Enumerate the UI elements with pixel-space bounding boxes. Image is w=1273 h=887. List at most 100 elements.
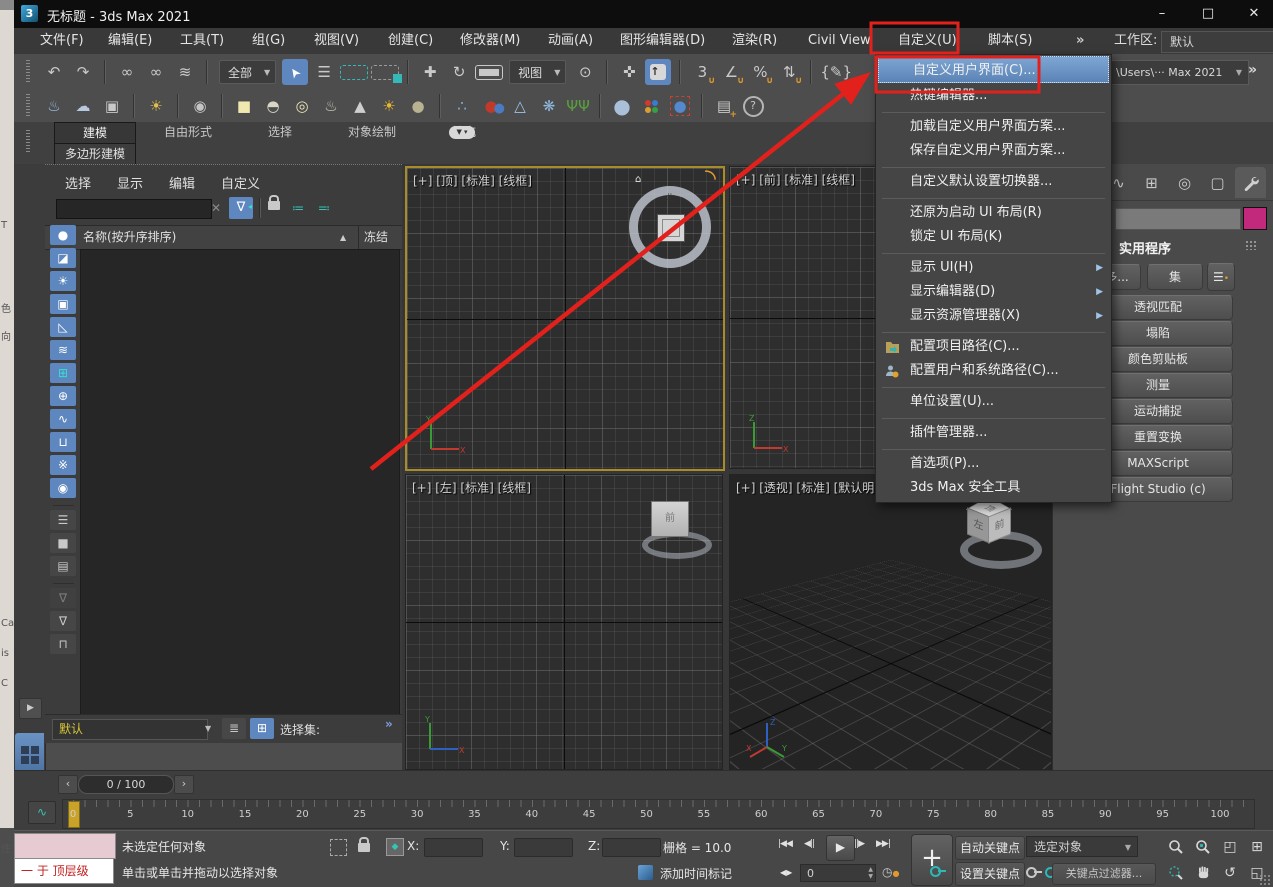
current-frame-field[interactable]: 0▲▼ xyxy=(800,864,876,882)
minimize-button[interactable]: – xyxy=(1139,0,1185,28)
filter-funnel-icon[interactable]: ∇ xyxy=(50,611,76,631)
ribbon-panel-polygon-modeling[interactable]: 多边形建模 xyxy=(54,143,136,165)
play-button[interactable]: ▶ xyxy=(826,835,855,861)
grass-tool-icon[interactable]: ΨΨ xyxy=(565,93,591,119)
filter-config-icon[interactable]: ∇ xyxy=(50,588,76,608)
explorer-preset-dropdown[interactable]: 默认 xyxy=(52,719,208,740)
render-cloud-icon[interactable]: ☁ xyxy=(70,93,96,119)
isolate-toggle-icon[interactable] xyxy=(330,839,347,856)
select-and-scale-icon[interactable] xyxy=(475,65,503,80)
spinner-icon[interactable]: ▲▼ xyxy=(868,866,873,880)
auto-key-button[interactable]: 自动关键点 xyxy=(955,836,1025,860)
menu-item-preferences[interactable]: 首选项(P)... xyxy=(876,452,1111,476)
viewcube-compass[interactable]: 北 xyxy=(629,186,711,268)
menubar-item-rendering[interactable]: 渲染(R) xyxy=(726,28,783,54)
filter-containers-icon[interactable]: ⊔ xyxy=(50,432,76,452)
redo-icon[interactable]: ↷ xyxy=(70,59,96,85)
explorer-filter-button[interactable]: ∇◂ xyxy=(229,197,253,219)
ribbon-drag-handle[interactable] xyxy=(26,130,30,154)
menubar-item-group[interactable]: 组(G) xyxy=(246,28,291,54)
ribbon-minimize-icon[interactable]: ▼ ▾ xyxy=(449,126,475,139)
maxscript-mini-listener-white[interactable]: 一 于 顶层级 xyxy=(14,858,114,884)
view-list-icon[interactable]: ☰ xyxy=(50,510,76,530)
snaps-toggle-3d-icon[interactable]: 3∪ xyxy=(689,59,715,85)
tab-motion[interactable]: ◎ xyxy=(1169,167,1200,198)
menu-item-show-editors[interactable]: 显示编辑器(D)▶ xyxy=(876,280,1111,304)
new-container-icon[interactable]: ⊓ xyxy=(50,634,76,654)
zoom-extents-all-icon[interactable]: ⊞ xyxy=(1245,835,1269,858)
render-teapot-icon[interactable]: ♨ xyxy=(41,93,67,119)
view-detail-icon[interactable]: ▤ xyxy=(50,556,76,576)
explorer-menu-显示[interactable]: 显示 xyxy=(117,173,143,192)
menu-item-lock-ui-layout[interactable]: 锁定 UI 布局(K) xyxy=(876,225,1111,249)
render-dome-icon[interactable]: ◓ xyxy=(260,93,286,119)
filter-xrefs-icon[interactable]: ⊕ xyxy=(50,386,76,406)
selection-filter-dropdown[interactable]: 全部▼ xyxy=(219,60,276,84)
zoom-all-icon[interactable] xyxy=(1191,835,1215,858)
next-key-button[interactable]: › xyxy=(174,775,194,794)
explorer-column-header[interactable]: 名称(按升序排序) ▲ 冻结 xyxy=(45,225,402,250)
menu-item-configure-project-paths[interactable]: 配置项目路径(C)... xyxy=(876,335,1111,359)
menubar-item-animation[interactable]: 动画(A) xyxy=(542,28,599,54)
hierarchy-view-icon[interactable]: ⊞ xyxy=(250,718,274,739)
tab-display[interactable]: ▢ xyxy=(1202,167,1233,198)
rollout-grip-icon[interactable] xyxy=(1245,240,1257,250)
zoom-icon[interactable] xyxy=(1164,835,1188,858)
zoom-region-icon[interactable] xyxy=(1164,861,1188,884)
render-light-icon[interactable]: ◎ xyxy=(289,93,315,119)
pan-hand-icon[interactable] xyxy=(1191,861,1215,884)
hierarchy-mode-icon[interactable]: ≔ xyxy=(287,198,309,218)
y-coordinate-field[interactable] xyxy=(514,838,573,857)
close-button[interactable]: ✕ xyxy=(1231,0,1273,28)
menu-item-show-explorers[interactable]: 显示资源管理器(X)▶ xyxy=(876,304,1111,328)
select-and-rotate-icon[interactable]: ↻ xyxy=(446,59,472,85)
set-keys-button[interactable]: + xyxy=(911,834,953,886)
object-color-swatch[interactable] xyxy=(1243,207,1267,230)
z-coordinate-field[interactable] xyxy=(602,838,661,857)
menu-item-hotkey-editor[interactable]: 热键编辑器... xyxy=(876,84,1111,108)
menubar-item-modifiers[interactable]: 修改器(M) xyxy=(454,28,526,54)
render-teapot-preset-icon[interactable]: ♨ xyxy=(318,93,344,119)
toolbar-drag-handle[interactable] xyxy=(26,94,30,118)
key-filters-button[interactable]: 关键点过滤器... xyxy=(1052,863,1156,885)
time-configuration-icon[interactable]: ◷● xyxy=(882,865,899,879)
material-sphere-icon[interactable]: ● xyxy=(609,93,635,119)
previous-frame-button[interactable]: ◀|| xyxy=(804,839,814,849)
view-material-icon[interactable]: ■ xyxy=(50,533,76,553)
explorer-search-input[interactable] xyxy=(56,199,212,219)
render-sun-icon[interactable]: ☀ xyxy=(376,93,402,119)
rendered-frame-window-icon[interactable]: ■ xyxy=(231,93,257,119)
frozen-column-header[interactable]: 冻结 xyxy=(358,226,388,249)
layers-icon[interactable]: ≣ xyxy=(222,718,246,739)
filter-geometry-icon[interactable]: ● xyxy=(50,225,76,245)
time-slider[interactable]: 0 / 100 xyxy=(78,775,174,794)
menubar-item-graph-editors[interactable]: 图形编辑器(D) xyxy=(614,28,711,54)
viewcube-rotate-icon[interactable]: ⌒ xyxy=(696,166,720,190)
menubar-item-create[interactable]: 创建(C) xyxy=(382,28,439,54)
tab-utilities[interactable] xyxy=(1235,167,1266,198)
connect-tool-icon[interactable]: ●● xyxy=(478,93,504,119)
render-cone-icon[interactable]: ▲ xyxy=(347,93,373,119)
filter-particles-icon[interactable]: ※ xyxy=(50,455,76,475)
window-crossing-icon[interactable] xyxy=(371,65,399,80)
menubar-item-scripting[interactable]: 脚本(S) xyxy=(982,28,1038,54)
select-and-move-icon[interactable]: ✚ xyxy=(417,59,443,85)
x-coordinate-field[interactable] xyxy=(424,838,483,857)
ribbon-tab-自由形式[interactable]: 自由形式 xyxy=(136,122,240,143)
undo-icon[interactable]: ↶ xyxy=(41,59,67,85)
menu-item-configure-user-system-paths[interactable]: 配置用户和系统路径(C)... xyxy=(876,359,1111,383)
menu-item-load-custom-ui-scheme[interactable]: 加载自定义用户界面方案... xyxy=(876,115,1111,139)
explorer-menu-选择[interactable]: 选择 xyxy=(65,173,91,192)
menubar-item-tools[interactable]: 工具(T) xyxy=(174,28,230,54)
go-to-end-button[interactable]: ▶▶| xyxy=(876,839,890,849)
viewport-perspective[interactable]: [+] [透视] [标准] [默认明暗处理] 顶 左 前 ZXY xyxy=(729,474,1052,770)
add-time-tag[interactable]: 添加时间标记 xyxy=(660,865,732,882)
chevron-down-icon[interactable]: ▼ xyxy=(205,724,211,733)
menubar-item-customize[interactable]: 自定义(U) xyxy=(892,28,963,54)
bind-to-space-warp-icon[interactable]: ≋ xyxy=(172,59,198,85)
select-by-name-icon[interactable]: ☰ xyxy=(311,59,337,85)
utilities-sets-button[interactable]: 集 xyxy=(1147,264,1203,290)
help-icon[interactable]: ? xyxy=(740,93,766,119)
menu-item-show-ui[interactable]: 显示 UI(H)▶ xyxy=(876,256,1111,280)
footer-overflow-icon[interactable]: » xyxy=(385,717,393,731)
